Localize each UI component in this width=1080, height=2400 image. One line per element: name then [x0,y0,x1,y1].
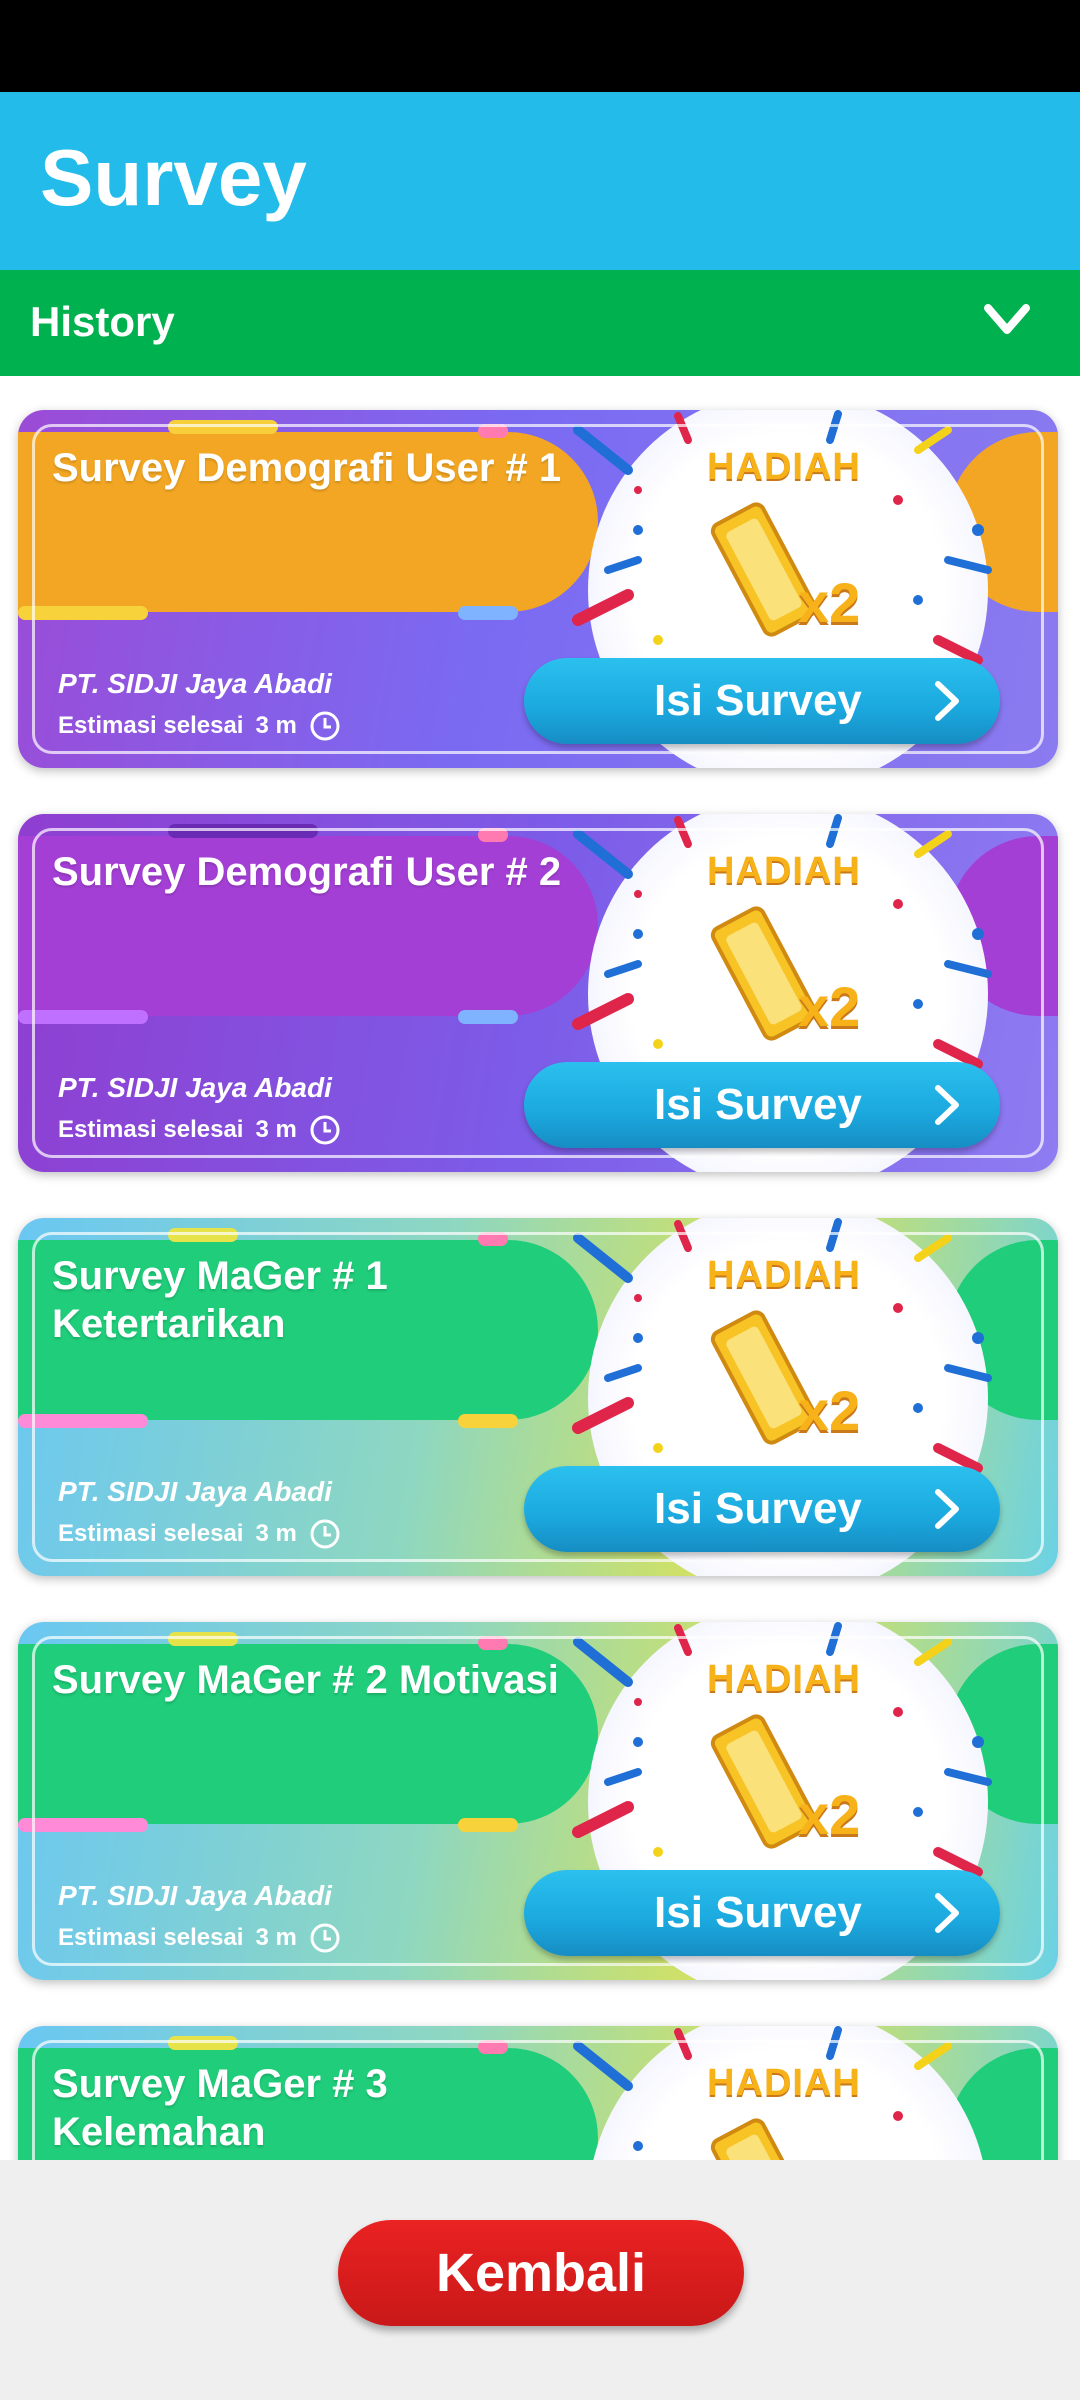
chevron-right-icon [935,1893,959,1933]
survey-company: PT. SIDJI Jaya Abadi [58,1476,332,1507]
survey-estimate: Estimasi selesai 3 m [58,1114,341,1146]
survey-title: Survey MaGer # 1 Ketertarikan [52,1254,388,1346]
page-title: Survey [40,133,307,222]
clock-icon [310,1519,340,1549]
survey-estimate: Estimasi selesai 3 m [58,710,341,742]
survey-title: Survey Demografi User # 2 [52,850,562,894]
clock-icon [310,1923,340,1953]
survey-company: PT. SIDJI Jaya Abadi [58,1880,332,1911]
prize-label: HADIAH [707,446,861,488]
prize-label: HADIAH [707,1254,861,1296]
clock-icon [310,1115,340,1145]
status-bar [0,0,1080,92]
isi-survey-button[interactable]: Isi Survey [524,658,1000,744]
survey-card[interactable]: Survey Demografi User # 2 PT. SIDJI Jaya… [18,814,1058,1172]
survey-card[interactable]: Survey MaGer # 3 Kelemahan HADIAH [18,2026,1058,2160]
isi-survey-button[interactable]: Isi Survey [524,1062,1000,1148]
isi-survey-button[interactable]: Isi Survey [524,1466,1000,1552]
chevron-right-icon [935,1489,959,1529]
survey-card[interactable]: Survey MaGer # 2 Motivasi PT. SIDJI Jaya… [18,1622,1058,1980]
survey-title: Survey MaGer # 3 Kelemahan [52,2062,388,2154]
history-toggle[interactable]: History [0,270,1080,376]
back-button[interactable]: Kembali [338,2220,744,2326]
prize-multiplier: x2 [798,975,861,1038]
ticket-icon [710,2118,817,2160]
chevron-down-icon [984,304,1030,334]
chevron-right-icon [935,1085,959,1125]
survey-title: Survey MaGer # 2 Motivasi [52,1658,559,1702]
survey-company: PT. SIDJI Jaya Abadi [58,1072,332,1103]
survey-company: PT. SIDJI Jaya Abadi [58,668,332,699]
prize-multiplier: x2 [798,571,861,634]
prize-label: HADIAH [707,2062,861,2104]
survey-estimate: Estimasi selesai 3 m [58,1518,341,1550]
chevron-right-icon [935,681,959,721]
survey-card[interactable]: Survey Demografi User # 1 PT. SIDJI Jaya… [18,410,1058,768]
survey-title: Survey Demografi User # 1 [52,446,562,490]
app-bar: Survey [0,92,1080,270]
survey-list[interactable]: Survey Demografi User # 1 PT. SIDJI Jaya… [0,376,1080,2160]
isi-survey-button[interactable]: Isi Survey [524,1870,1000,1956]
footer-bar: Kembali [0,2160,1080,2400]
clock-icon [310,711,340,741]
prize-label: HADIAH [707,850,861,892]
survey-card[interactable]: Survey MaGer # 1 Ketertarikan PT. SIDJI … [18,1218,1058,1576]
prize-multiplier: x2 [798,1379,861,1442]
prize-multiplier: x2 [798,1783,861,1846]
prize-label: HADIAH [707,1658,861,1700]
survey-estimate: Estimasi selesai 3 m [58,1922,341,1954]
history-label: History [30,298,175,345]
